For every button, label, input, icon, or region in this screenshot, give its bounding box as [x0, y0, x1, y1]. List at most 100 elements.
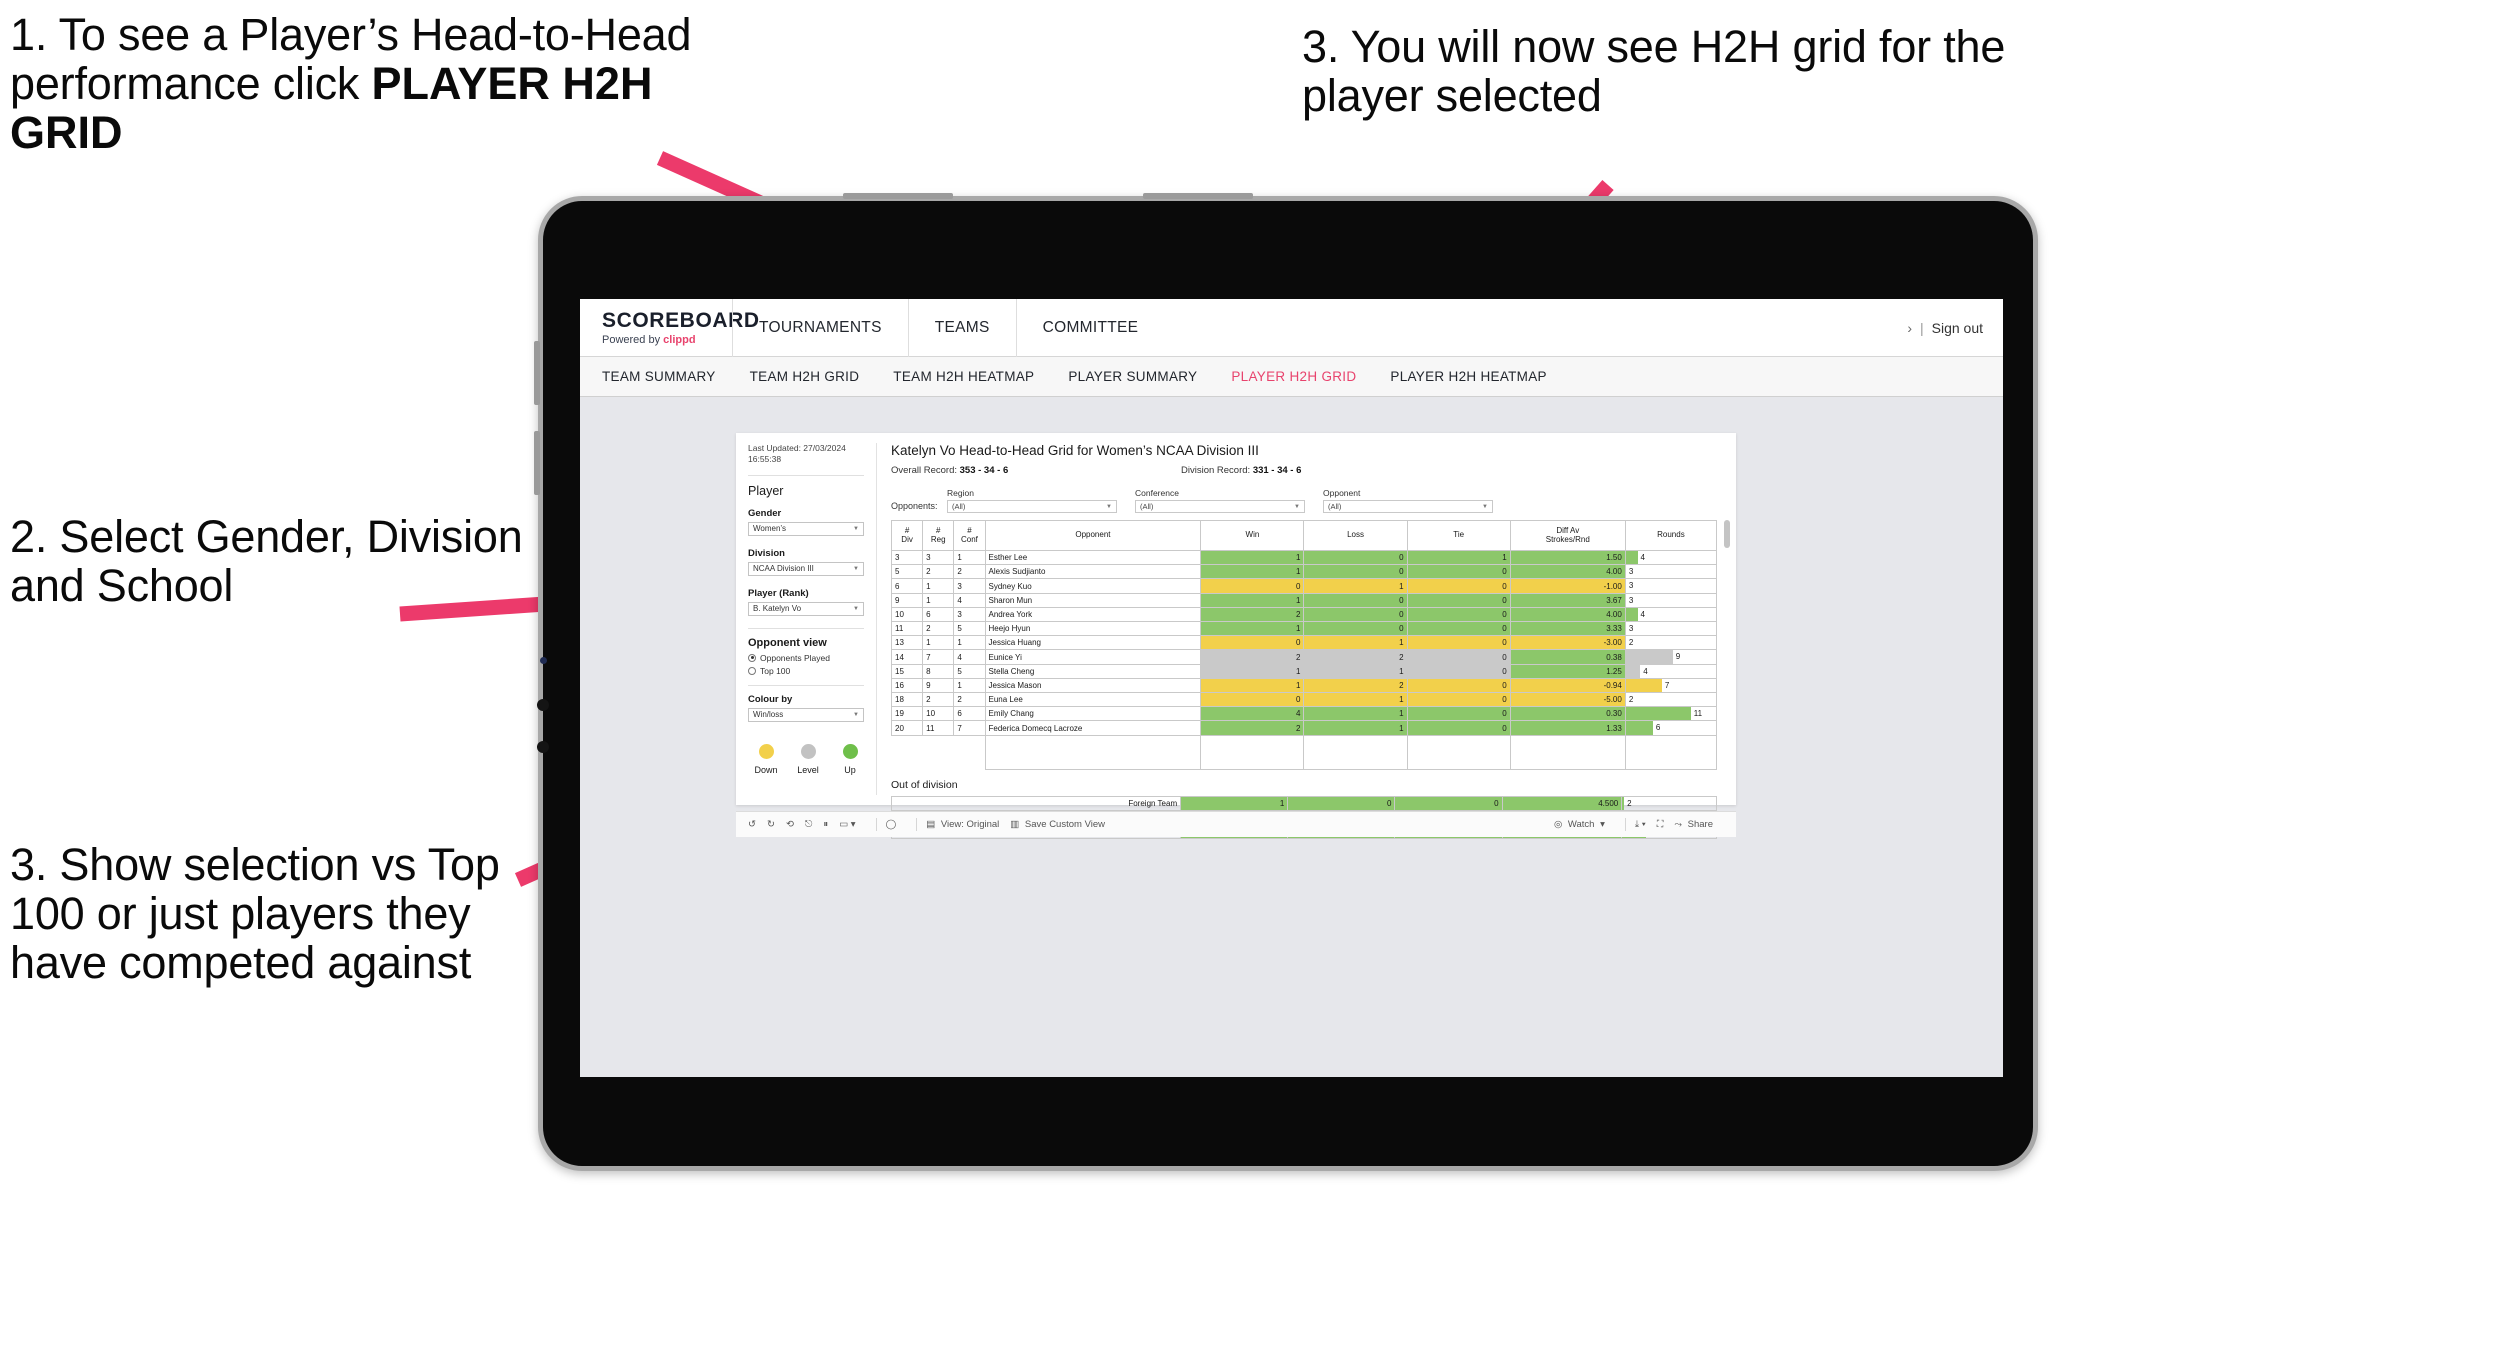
gender-select[interactable]: Women’s ▼	[748, 521, 864, 536]
cell-reg: 1	[922, 592, 955, 608]
download-icon[interactable]: ⤓ ▾	[1635, 819, 1646, 830]
rounds-bar	[1626, 650, 1673, 664]
rounds-value: 3	[1628, 624, 1634, 634]
cell-opponent: Jessica Huang	[984, 635, 1202, 651]
radio-top-100[interactable]: Top 100	[748, 666, 864, 676]
sign-out-link[interactable]: Sign out	[1932, 320, 1983, 336]
filter-region-select[interactable]: (All) ▼	[947, 500, 1117, 513]
cell-win: 1	[1200, 564, 1305, 580]
cell-reg: 6	[922, 606, 955, 623]
table-row[interactable]: 19 10 6 Emily Chang 4 1 0 0.30 11	[890, 706, 1718, 722]
opponent-filters: Opponents: Region (All) ▼ Conference (Al…	[891, 488, 1722, 513]
topnav-item-tournaments[interactable]: TOURNAMENTS	[732, 299, 908, 357]
rounds-value: 7	[1664, 680, 1670, 690]
view-original-label: View: Original	[940, 819, 1000, 830]
rounds-bar	[1626, 679, 1662, 692]
cell-win: 1	[1200, 663, 1305, 679]
table-row[interactable]: 18 2 2 Euna Lee 0 1 0 -5.00 2	[890, 692, 1718, 708]
division-value: NCAA Division III	[753, 564, 814, 574]
filter-conference-select[interactable]: (All) ▼	[1135, 500, 1305, 513]
topnav-item-committee[interactable]: COMMITTEE	[1015, 299, 1165, 357]
legend-dot-up	[842, 743, 858, 759]
table-row[interactable]: 5 2 2 Alexis Sudjianto 1 0 0 4.00 3	[890, 564, 1718, 580]
pause-updates-icon[interactable]: ⏸	[823, 819, 828, 830]
tablet-volume-down-button[interactable]	[534, 431, 540, 495]
sidebar-heading-player: Player	[748, 483, 784, 498]
empty-cell	[954, 735, 985, 769]
fullscreen-icon[interactable]: ⛶	[1657, 819, 1664, 830]
table-row[interactable]: 11 2 5 Heejo Hyun 1 0 0 3.33 3	[890, 621, 1718, 637]
cell-win: 1	[1180, 795, 1289, 811]
chevron-right-icon[interactable]: ›	[1907, 320, 1912, 336]
table-row[interactable]: Foreign Team 1 0 0 4.500 2	[890, 795, 1717, 811]
cell-div: 9	[890, 592, 924, 608]
table-row[interactable]: 15 8 5 Stella Cheng 1 1 0 1.25 4	[890, 663, 1718, 679]
filter-opponent-select[interactable]: (All) ▼	[1323, 500, 1493, 513]
cell-opponent: Sydney Kuo	[984, 578, 1202, 594]
share-button[interactable]: ⤳ Share	[1674, 819, 1713, 830]
cell-diff: 4.00	[1509, 606, 1626, 623]
rounds-bar	[1626, 721, 1653, 735]
filter-conference-label: Conference	[1135, 488, 1179, 498]
cell-rounds-bar: 7	[1624, 677, 1718, 694]
table-row[interactable]: 3 3 1 Esther Lee 1 0 1 1.50 4	[890, 549, 1718, 566]
subnav-item-team-h2h-grid[interactable]: TEAM H2H GRID	[750, 369, 860, 384]
chevron-down-icon: ▼	[853, 711, 859, 718]
colour-by-select[interactable]: Win/loss ▼	[748, 707, 864, 722]
rounds-value: 2	[1628, 695, 1634, 705]
undo-icon[interactable]: ↺	[748, 819, 756, 830]
cell-win: 2	[1200, 606, 1305, 623]
colour-by-label: Colour by	[748, 693, 793, 705]
player-rank-select[interactable]: B. Katelyn Vo ▼	[748, 601, 864, 616]
revert-icon[interactable]: ⟲	[786, 819, 794, 830]
table-row[interactable]: 20 11 7 Federica Domecq Lacroze 2 1 0 1.33 6	[890, 720, 1718, 736]
subnav-item-team-summary[interactable]: TEAM SUMMARY	[602, 369, 716, 384]
chevron-down-icon: ▼	[853, 605, 859, 612]
tablet-port-1	[537, 699, 549, 711]
cell-opponent: Emily Chang	[984, 706, 1202, 722]
cell-diff: 4.00	[1509, 564, 1626, 580]
division-select[interactable]: NCAA Division III ▼	[748, 561, 864, 576]
topnav-item-teams[interactable]: TEAMS	[907, 299, 1016, 357]
subnav-item-player-h2h-heatmap[interactable]: PLAYER H2H HEATMAP	[1390, 369, 1546, 384]
subnav-item-team-h2h-heatmap[interactable]: TEAM H2H HEATMAP	[893, 369, 1034, 384]
cell-loss: 1	[1303, 635, 1408, 651]
h2h-grid-head: # Div # Reg # Conf Opponent Win Loss Tie Di…	[890, 520, 1718, 551]
tablet-indicator-led	[540, 657, 547, 664]
cell-loss: 1	[1303, 578, 1408, 594]
table-row[interactable]: 6 1 3 Sydney Kuo 0 1 0 -1.00 3	[890, 578, 1718, 594]
subnav-item-player-summary[interactable]: PLAYER SUMMARY	[1068, 369, 1197, 384]
tablet-volume-up-button[interactable]	[534, 341, 540, 405]
cell-loss: 0	[1303, 606, 1408, 623]
view-original-button[interactable]: ▤ View: Original	[926, 819, 999, 830]
rounds-value: 3	[1628, 595, 1634, 605]
highlight-icon[interactable]: ◯	[886, 819, 897, 830]
colour-legend: Down Level Up	[748, 743, 864, 775]
table-row[interactable]: 16 9 1 Jessica Mason 1 2 0 -0.94 7	[890, 677, 1718, 694]
cell-diff: 1.33	[1509, 720, 1626, 736]
cell-div: 19	[890, 706, 924, 722]
subnav-item-player-h2h-grid[interactable]: PLAYER H2H GRID	[1231, 369, 1356, 384]
table-row[interactable]: 9 1 4 Sharon Mun 1 0 0 3.67 3	[890, 592, 1718, 608]
cell-loss: 0	[1303, 592, 1408, 608]
save-custom-view-button[interactable]: ▥ Save Custom View	[1010, 819, 1105, 830]
redo-icon[interactable]: ↻	[767, 819, 775, 830]
legend-item-down: Down	[752, 743, 780, 775]
gender-label: Gender	[748, 507, 782, 519]
watch-button[interactable]: ◎ Watch ▾	[1554, 819, 1605, 830]
table-row[interactable]: 10 6 3 Andrea York 2 0 0 4.00 4	[890, 606, 1718, 623]
zoom-dropdown-icon[interactable]: ▭ ▾	[839, 819, 855, 830]
table-row[interactable]: 13 1 1 Jessica Huang 0 1 0 -3.00 2	[890, 635, 1718, 651]
table-row[interactable]: 14 7 4 Eunice Yi 2 2 0 0.38 9	[890, 649, 1718, 665]
refresh-data-icon[interactable]: ⎋	[805, 819, 813, 830]
division-record-value: 331 - 34 - 6	[1252, 465, 1302, 476]
cell-rounds-bar: 2	[1624, 692, 1718, 708]
cell-diff: 1.50	[1509, 549, 1626, 566]
cell-reg: 11	[922, 720, 955, 736]
watch-label: Watch	[1567, 819, 1595, 830]
brand-logo[interactable]: SCOREBOARD Powered by clippd	[580, 309, 759, 346]
col-conf-l1: #	[967, 525, 972, 535]
filter-conference: Conference (All) ▼	[1135, 488, 1305, 513]
radio-opponents-played[interactable]: Opponents Played	[748, 653, 864, 663]
grid-scrollbar[interactable]	[1724, 520, 1730, 548]
